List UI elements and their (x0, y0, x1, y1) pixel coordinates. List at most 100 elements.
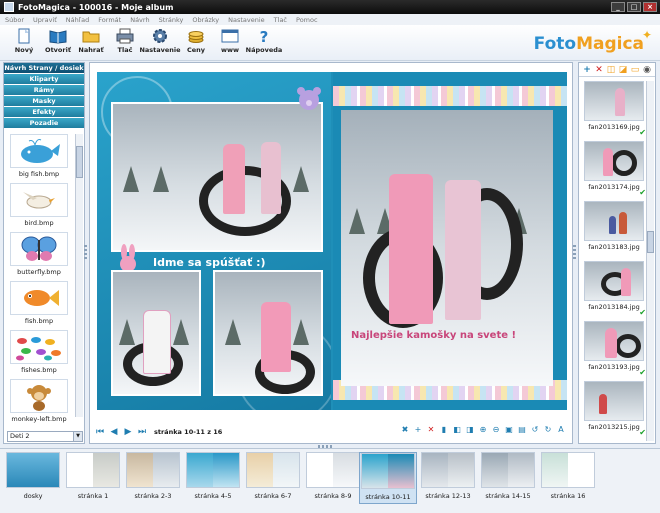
check-icon: ✔ (639, 428, 646, 437)
butterfly-icon (21, 236, 57, 261)
view-icon[interactable]: ◉ (642, 65, 652, 75)
page-thumb-10-11[interactable]: stránka 10-11 (359, 452, 417, 504)
right-caption[interactable]: Najlepšie kamošky na svete ! (351, 330, 516, 341)
photo-item[interactable]: fan2013174.jpg ✔ (582, 141, 646, 201)
clipart-set-dropdown[interactable]: Deti 2 ▼ (7, 431, 83, 442)
coins-icon (188, 31, 204, 43)
photo-girl-pink-jacket[interactable] (213, 270, 323, 396)
remove-photo-icon[interactable]: ✕ (594, 65, 604, 75)
menu-settings[interactable]: Nastavenie (228, 16, 265, 24)
page-thumb-8-9[interactable]: stránka 8-9 (304, 452, 362, 504)
add-photo-icon[interactable]: + (582, 65, 592, 75)
category-cliparts[interactable]: Kliparty (4, 74, 84, 85)
main-toolbar: Nový Otvoriť Nahrať Tlač Nastavenie Ceny… (0, 25, 660, 61)
category-masks[interactable]: Masky (4, 96, 84, 107)
frame-icon[interactable]: ▤ (517, 425, 527, 435)
clipart-item[interactable]: bird.bmp (8, 183, 70, 230)
page-thumb-14-15[interactable]: stránka 14-15 (479, 452, 537, 504)
clipart-item[interactable]: big fish.bmp (8, 134, 70, 181)
left-page[interactable]: Idme sa spúšťať :) (97, 72, 331, 410)
menu-help[interactable]: Pomoc (296, 16, 318, 24)
page-thumb-4-5[interactable]: stránka 4-5 (184, 452, 242, 504)
clipart-scrollbar[interactable] (75, 134, 83, 417)
bird-icon (23, 192, 55, 209)
tools-icon[interactable]: ✖ (400, 425, 410, 435)
photo-scroll-thumb[interactable] (647, 231, 654, 253)
photo-two-girls-tyre[interactable] (111, 102, 323, 252)
page-icon[interactable]: ▮ (439, 425, 449, 435)
category-page-design[interactable]: Návrh Strany / dosiek (4, 63, 84, 74)
menu-design[interactable]: Návrh (130, 16, 149, 24)
svg-text:?: ? (260, 28, 269, 44)
minimize-button[interactable]: _ (611, 2, 625, 12)
top-stripe-decoration (333, 86, 567, 106)
rotate-right-icon[interactable]: ↻ (543, 425, 553, 435)
page-thumb-12-13[interactable]: stránka 12-13 (419, 452, 477, 504)
folder-icon[interactable]: ▭ (630, 65, 640, 75)
album-editor: Idme sa spúšťať :) Najlepšie kamošky na … (89, 62, 573, 444)
page-navigation: ⏮ ◀ ▶ ⏭ stránka 10-11 z 16 ✖ + ✕ ▮ ◧ ◨ ⊕… (94, 425, 570, 439)
prev-page-icon[interactable]: ◀ (108, 427, 120, 437)
menu-edit[interactable]: Upraviť (33, 16, 57, 24)
zoom-in-icon[interactable]: ⊕ (478, 425, 488, 435)
menu-print[interactable]: Tlač (274, 16, 287, 24)
photo-item[interactable]: fan2013184.jpg ✔ (582, 261, 646, 321)
menu-view[interactable]: Náhľad (66, 16, 90, 24)
menu-format[interactable]: Formát (98, 16, 121, 24)
photo-item[interactable]: fan2013169.jpg ✔ (582, 81, 646, 141)
menu-images[interactable]: Obrázky (192, 16, 219, 24)
left-caption[interactable]: Idme sa spúšťať :) (153, 256, 266, 269)
delete-icon[interactable]: ✕ (426, 425, 436, 435)
clipart-panel: Návrh Strany / dosiek Kliparty Rámy Mask… (3, 62, 85, 444)
clipart-item[interactable]: monkey-left.bmp (8, 379, 70, 426)
teddy-bear-icon (297, 87, 321, 110)
close-button[interactable]: × (643, 2, 657, 12)
page-thumb-6-7[interactable]: stránka 6-7 (244, 452, 302, 504)
page-thumb-cover[interactable]: dosky (4, 452, 62, 504)
maximize-button[interactable]: □ (627, 2, 641, 12)
photo-item[interactable]: fan2013183.jpg (582, 201, 646, 261)
export-icon[interactable]: ◪ (618, 65, 628, 75)
first-page-icon[interactable]: ⏮ (94, 427, 106, 437)
menu-file[interactable]: Súbor (5, 16, 24, 24)
clipart-item[interactable]: fish.bmp (8, 281, 70, 328)
category-frames[interactable]: Rámy (4, 85, 84, 96)
photo-best-friends[interactable] (341, 110, 553, 386)
left-splitter[interactable] (84, 245, 87, 261)
clipart-item[interactable]: fishes.bmp (8, 330, 70, 377)
page-thumb-2-3[interactable]: stránka 2-3 (124, 452, 182, 504)
photo-item[interactable]: fan2013193.jpg ✔ (582, 321, 646, 381)
next-page-icon[interactable]: ▶ (122, 427, 134, 437)
printer-icon (116, 28, 134, 44)
right-page[interactable]: Najlepšie kamošky na svete ! (333, 72, 567, 410)
photo-scrollbar[interactable] (646, 81, 654, 441)
import-icon[interactable]: ◫ (606, 65, 616, 75)
image-icon[interactable]: ▣ (504, 425, 514, 435)
clipart-scroll-thumb[interactable] (76, 146, 83, 178)
text-icon[interactable]: A (556, 425, 566, 435)
rotate-left-icon[interactable]: ↺ (530, 425, 540, 435)
photo-item[interactable]: fan2013215.jpg ✔ (582, 381, 646, 441)
new-document-icon (18, 28, 30, 44)
check-icon: ✔ (639, 188, 646, 197)
add-icon[interactable]: + (413, 425, 423, 435)
photo-girl-with-tyre[interactable] (111, 270, 201, 396)
photo-list: fan2013169.jpg ✔ fan2013174.jpg ✔ fan201… (582, 81, 646, 441)
editor-tools: ✖ + ✕ ▮ ◧ ◨ ⊕ ⊖ ▣ ▤ ↺ ↻ A (400, 425, 566, 435)
layer-back-icon[interactable]: ◧ (452, 425, 462, 435)
title-bar: FotoMagica - 100016 - Moje album _ □ × (0, 0, 660, 14)
menu-pages[interactable]: Stránky (159, 16, 184, 24)
category-background[interactable]: Pozadie (4, 118, 84, 129)
fishes-icon (16, 337, 61, 361)
page-thumb-16[interactable]: stránka 16 (539, 452, 597, 504)
page-thumb-1[interactable]: stránka 1 (64, 452, 122, 504)
clipart-item[interactable]: butterfly.bmp (8, 232, 70, 279)
zoom-out-icon[interactable]: ⊖ (491, 425, 501, 435)
right-splitter[interactable] (573, 245, 576, 261)
last-page-icon[interactable]: ⏭ (136, 427, 148, 437)
layer-front-icon[interactable]: ◨ (465, 425, 475, 435)
clipart-list: big fish.bmp bird.bmp butterfly.bmp fish… (8, 134, 76, 428)
help-button[interactable]: ? Nápoveda (242, 28, 286, 58)
category-effects[interactable]: Efekty (4, 107, 84, 118)
folder-icon (82, 31, 100, 43)
